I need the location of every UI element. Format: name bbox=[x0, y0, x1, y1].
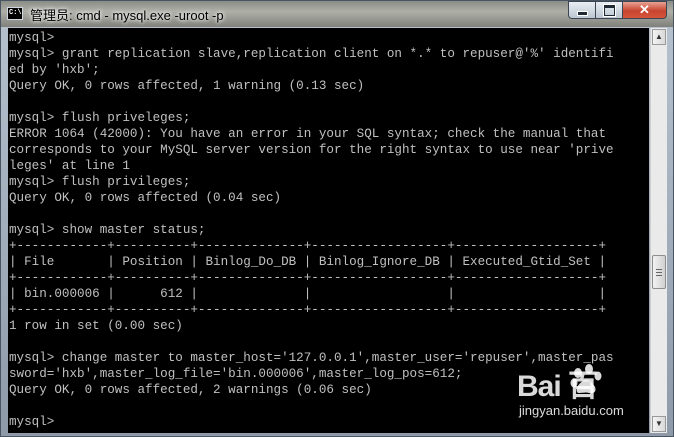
console-line: ERROR 1064 (42000): You have an error in… bbox=[9, 127, 607, 141]
console-line: +------------+----------+--------------+… bbox=[9, 239, 607, 253]
thumb-grip-line bbox=[656, 269, 662, 270]
scroll-up-arrow-icon[interactable]: ▲ bbox=[652, 29, 666, 45]
console-line: sword='hxb',master_log_file='bin.000006'… bbox=[9, 367, 463, 381]
baidu-paw-icon bbox=[570, 364, 602, 394]
watermark-site: jingyan.baidu.com bbox=[519, 403, 624, 418]
console-line: | File | Position | Binlog_Do_DB | Binlo… bbox=[9, 255, 607, 269]
console-line: mysql> flush priveleges; bbox=[9, 111, 191, 125]
console-line: +------------+----------+--------------+… bbox=[9, 303, 607, 317]
console-line: leges' at line 1 bbox=[9, 159, 130, 173]
title-bar[interactable]: C:\ 管理员: cmd - mysql.exe -uroot -p ✕ bbox=[1, 1, 673, 27]
minimize-button[interactable] bbox=[568, 1, 595, 19]
close-button[interactable]: ✕ bbox=[622, 1, 667, 19]
console-line: Query OK, 0 rows affected, 1 warning (0.… bbox=[9, 79, 365, 93]
baidu-watermark: Bai 百 jingyan.baidu.com bbox=[517, 361, 667, 431]
window-title: 管理员: cmd - mysql.exe -uroot -p bbox=[30, 8, 224, 23]
console-line: Query OK, 0 rows affected (0.04 sec) bbox=[9, 191, 282, 205]
console-line: | bin.000006 | 612 | | | | bbox=[9, 287, 607, 301]
minimize-icon bbox=[576, 10, 588, 16]
console-line: Query OK, 0 rows affected, 2 warnings (0… bbox=[9, 383, 372, 397]
console-line: mysql> show master status; bbox=[9, 223, 206, 237]
console-line: mysql> bbox=[9, 31, 55, 45]
thumb-grip-line bbox=[656, 272, 662, 273]
close-icon: ✕ bbox=[639, 2, 650, 17]
maximize-icon bbox=[603, 4, 615, 16]
caption-buttons: ✕ bbox=[568, 1, 667, 20]
console-line: mysql> grant replication slave,replicati… bbox=[9, 47, 614, 61]
thumb-grip-line bbox=[656, 275, 662, 276]
console-line: 1 row in set (0.00 sec) bbox=[9, 319, 183, 333]
cmd-icon[interactable]: C:\ bbox=[7, 7, 23, 20]
maximize-button[interactable] bbox=[595, 1, 622, 19]
console-window: C:\ 管理员: cmd - mysql.exe -uroot -p ✕ mys… bbox=[0, 0, 674, 437]
scroll-thumb[interactable] bbox=[652, 255, 666, 289]
console-line: ed by 'hxb'; bbox=[9, 63, 100, 77]
console-line: mysql> bbox=[9, 415, 55, 429]
cmd-icon-text: C:\ bbox=[9, 9, 22, 17]
console-line: mysql> flush privileges; bbox=[9, 175, 191, 189]
console-line: +------------+----------+--------------+… bbox=[9, 271, 607, 285]
console-line: corresponds to your MySQL server version… bbox=[9, 143, 614, 157]
